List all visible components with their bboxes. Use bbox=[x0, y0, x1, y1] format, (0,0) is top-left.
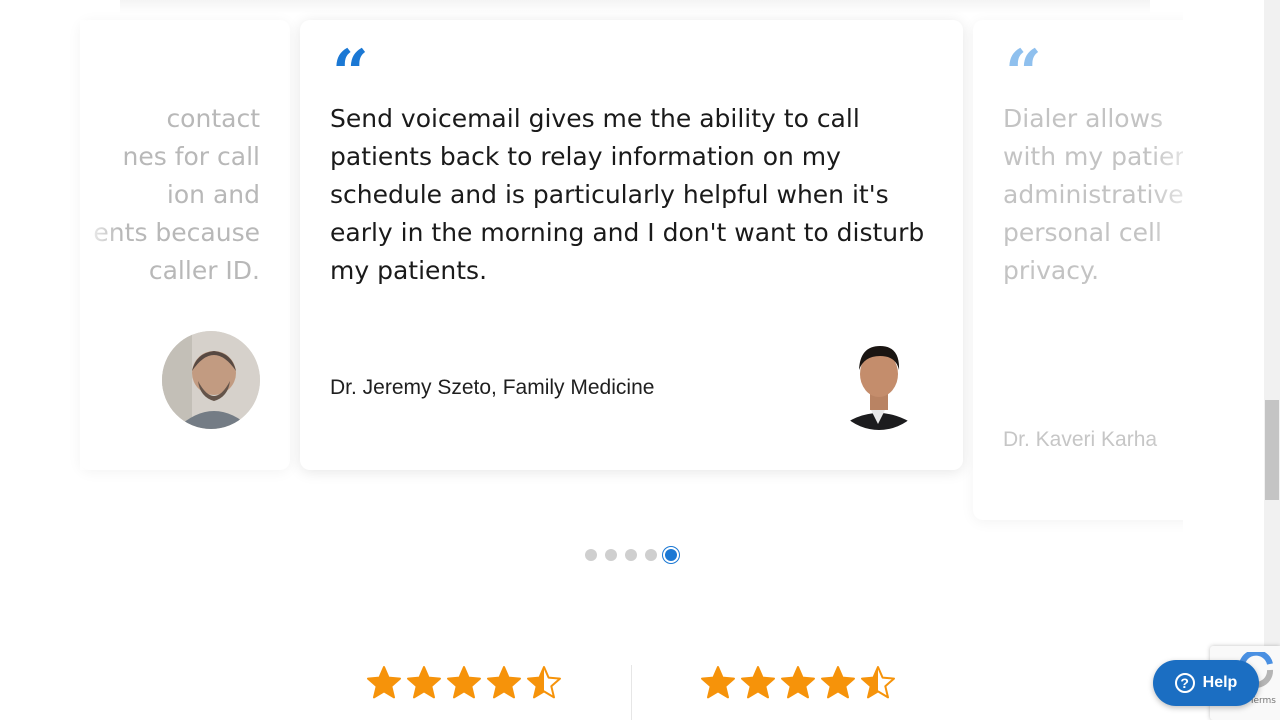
testimonial-section: contact nes for call ion and ents becaus… bbox=[0, 0, 1264, 720]
right-clip bbox=[1183, 0, 1264, 540]
left-fade bbox=[80, 20, 120, 470]
carousel-dot-5[interactable] bbox=[665, 549, 677, 561]
testimonial-card-active: “ Send voicemail gives me the ability to… bbox=[300, 20, 963, 470]
star-full-icon bbox=[701, 666, 735, 699]
testimonial-author-next: Dr. Kaveri Karha bbox=[1003, 428, 1158, 451]
star-full-icon bbox=[821, 666, 855, 699]
person-photo-icon bbox=[830, 332, 928, 430]
question-icon: ? bbox=[1174, 673, 1195, 693]
carousel-dot-2[interactable] bbox=[605, 549, 617, 561]
scrollbar-track[interactable] bbox=[1264, 0, 1280, 720]
divider bbox=[631, 665, 632, 720]
testimonial-text: Send voicemail gives me the ability to c… bbox=[330, 104, 925, 285]
rating-stars-1 bbox=[366, 665, 562, 701]
carousel-dot-4[interactable] bbox=[645, 549, 657, 561]
carousel-dot-3[interactable] bbox=[625, 549, 637, 561]
carousel-dot-1[interactable] bbox=[585, 549, 597, 561]
avatar-previous bbox=[162, 331, 260, 429]
ratings-row bbox=[0, 665, 1264, 720]
star-half-icon bbox=[527, 666, 561, 699]
help-button[interactable]: ? Help bbox=[1153, 660, 1259, 706]
star-full-icon bbox=[741, 666, 775, 699]
testimonial-author: Dr. Jeremy Szeto, Family Medicine bbox=[330, 376, 655, 399]
person-photo-icon bbox=[162, 331, 260, 429]
star-full-icon bbox=[781, 666, 815, 699]
carousel-dots bbox=[585, 549, 677, 561]
top-fade bbox=[120, 0, 1150, 14]
quote-icon: “ bbox=[332, 36, 369, 111]
quote-icon: “ bbox=[1005, 36, 1042, 111]
scrollbar-thumb[interactable] bbox=[1265, 400, 1279, 500]
star-half-icon bbox=[861, 666, 895, 699]
star-full-icon bbox=[447, 666, 481, 699]
star-full-icon bbox=[407, 666, 441, 699]
star-full-icon bbox=[367, 666, 401, 699]
star-full-icon bbox=[487, 666, 521, 699]
avatar-active bbox=[830, 332, 928, 430]
rating-stars-2 bbox=[700, 665, 896, 701]
help-label: Help bbox=[1202, 674, 1238, 691]
